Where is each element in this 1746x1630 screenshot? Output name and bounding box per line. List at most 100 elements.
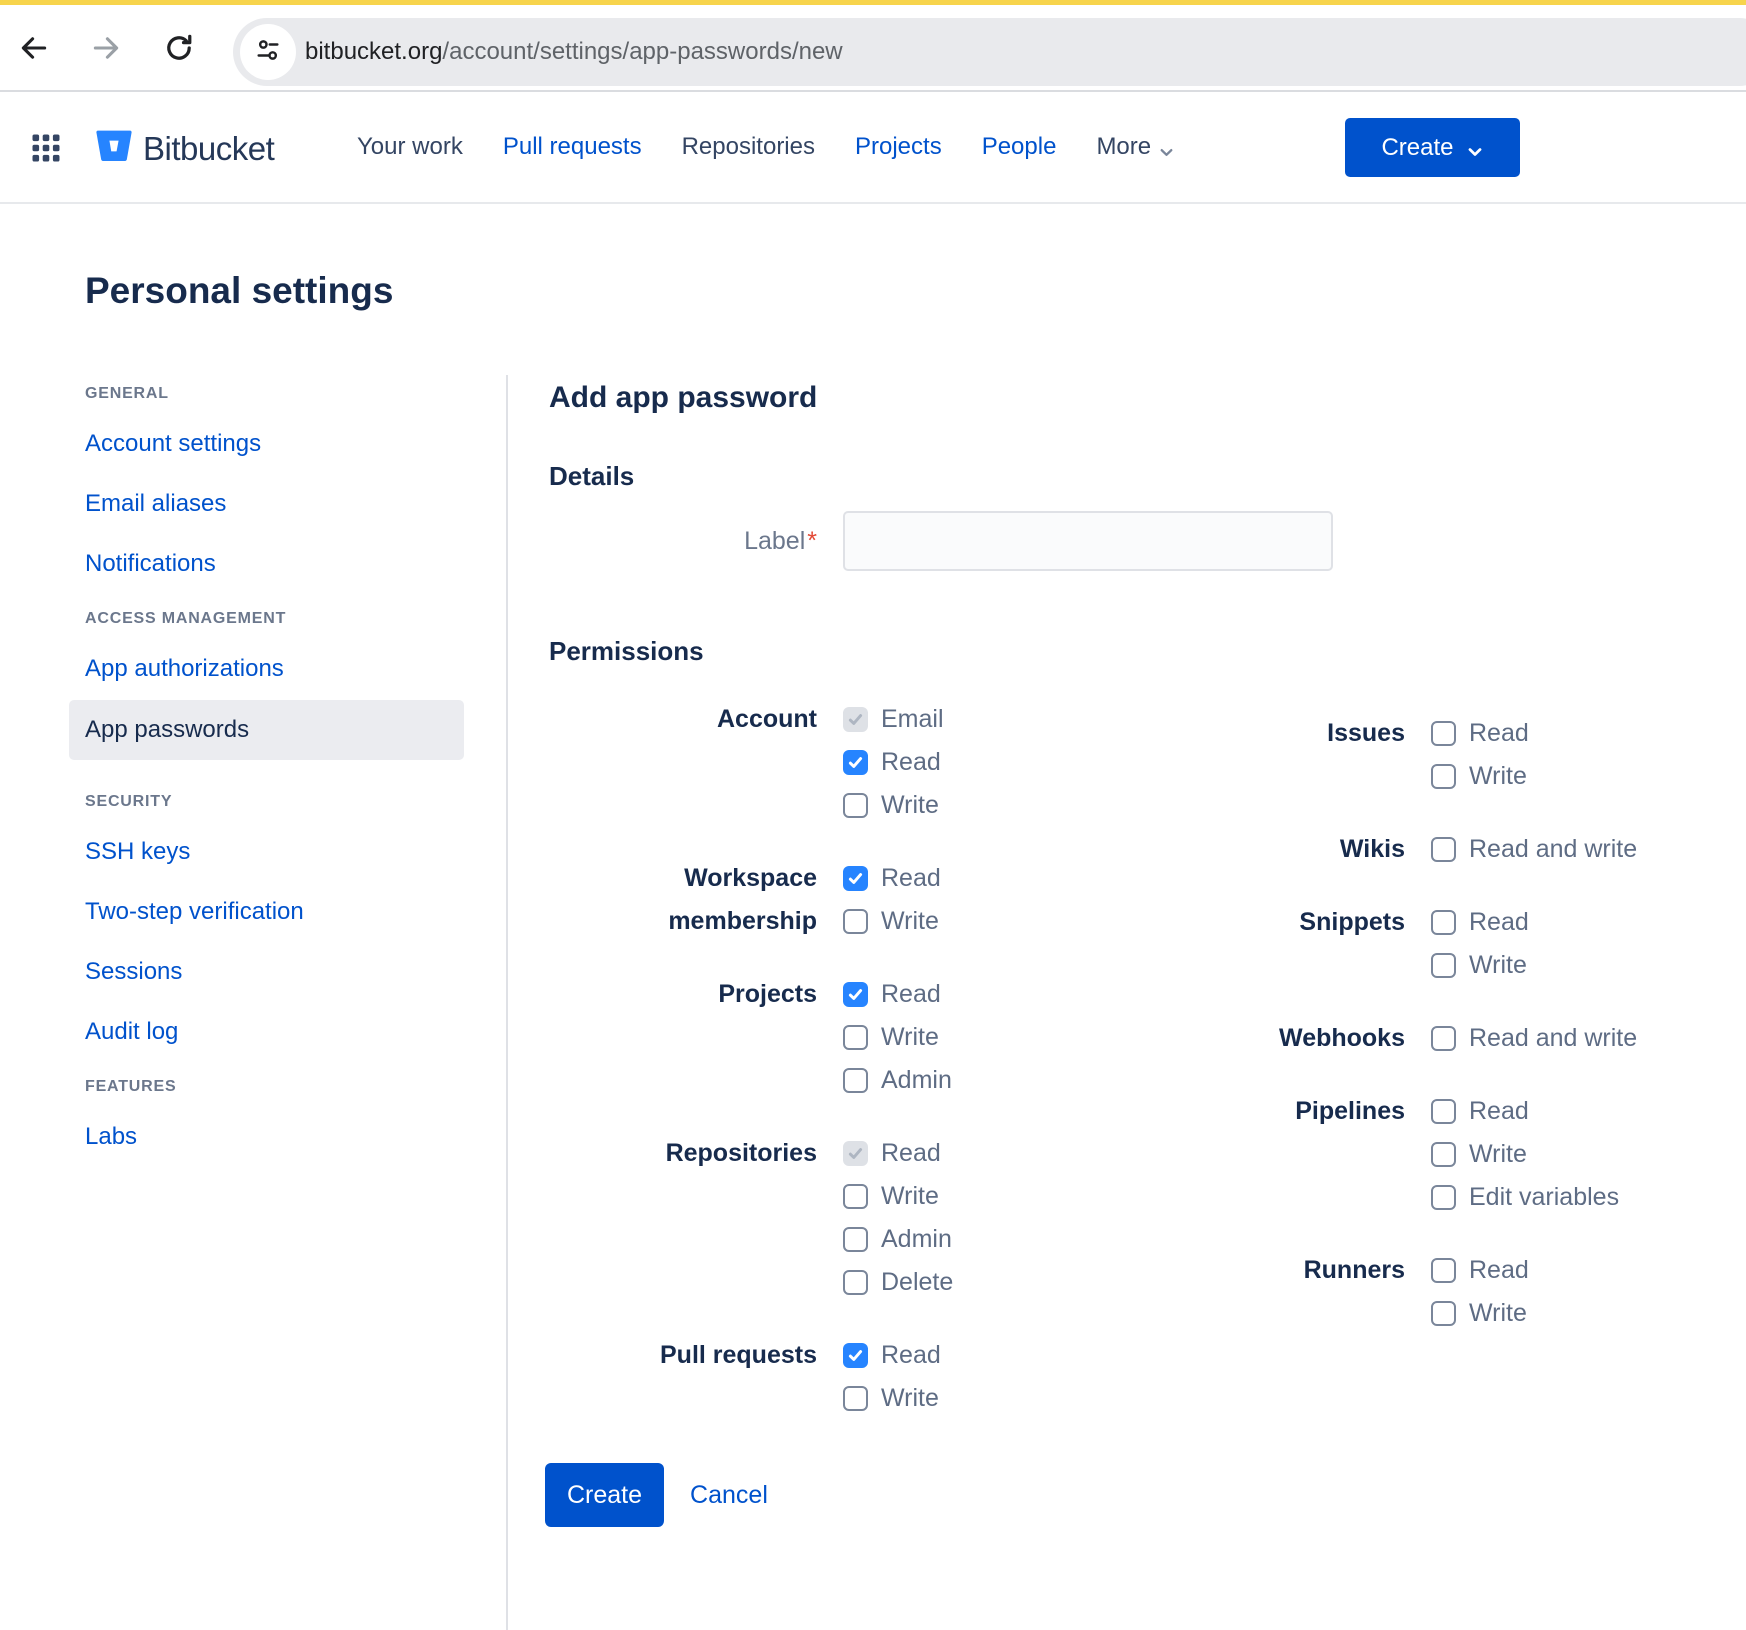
sidebar-section-heading: GENERAL	[85, 385, 480, 405]
permission-option-write[interactable]: Write	[1431, 1133, 1619, 1176]
checkbox-unchecked[interactable]	[1431, 837, 1456, 862]
permission-option-label: Admin	[881, 1066, 952, 1095]
permission-option-write[interactable]: Write	[843, 784, 944, 827]
checkbox-unchecked[interactable]	[843, 909, 868, 934]
permission-options: Read and write	[1431, 828, 1637, 871]
permission-option-delete[interactable]: Delete	[843, 1261, 953, 1304]
cancel-link[interactable]: Cancel	[690, 1481, 768, 1510]
checkbox-unchecked[interactable]	[1431, 910, 1456, 935]
permission-option-read[interactable]: Read	[843, 1334, 941, 1377]
sidebar-item-audit-log[interactable]: Audit log	[85, 1018, 480, 1045]
checkbox-unchecked[interactable]	[1431, 1258, 1456, 1283]
sidebar-section: SECURITYSSH keysTwo-step verificationSes…	[85, 793, 480, 1045]
checkbox-unchecked[interactable]	[1431, 1099, 1456, 1124]
checkbox-unchecked[interactable]	[843, 1184, 868, 1209]
checkbox-unchecked[interactable]	[1431, 764, 1456, 789]
permission-option-read[interactable]: Read	[1431, 1249, 1529, 1292]
permission-option-label: Delete	[881, 1268, 953, 1297]
permission-option-label: Edit variables	[1469, 1183, 1619, 1212]
nav-item-your-work[interactable]: Your work	[357, 133, 463, 161]
forward-button[interactable]	[86, 29, 126, 69]
sidebar-item-app-authorizations[interactable]: App authorizations	[85, 655, 480, 682]
permission-option-edit-variables[interactable]: Edit variables	[1431, 1176, 1619, 1219]
permission-group-name: Snippets	[1137, 901, 1405, 987]
sidebar-item-account-settings[interactable]: Account settings	[85, 430, 480, 457]
create-menu-button[interactable]: Create	[1345, 118, 1520, 177]
sidebar-item-app-passwords[interactable]: App passwords	[69, 700, 464, 760]
permission-option-read[interactable]: Read	[1431, 712, 1529, 755]
permission-option-read[interactable]: Read	[1431, 901, 1529, 944]
permission-group-wikis: WikisRead and write	[1137, 828, 1737, 871]
label-input[interactable]	[843, 511, 1333, 571]
checkbox-unchecked[interactable]	[1431, 1301, 1456, 1326]
checkbox-unchecked[interactable]	[1431, 1026, 1456, 1051]
checkbox-unchecked[interactable]	[843, 1386, 868, 1411]
permission-options: Read Write	[843, 857, 941, 943]
checkbox-unchecked[interactable]	[1431, 953, 1456, 978]
permission-group-name: Projects	[549, 973, 817, 1102]
permission-options: Read Write Admin	[843, 973, 952, 1102]
permission-group-projects: Projects Read Write Admin	[549, 973, 1149, 1102]
sidebar-item-labs[interactable]: Labs	[85, 1123, 480, 1150]
checkbox-checked[interactable]	[843, 866, 868, 891]
nav-item-pull-requests[interactable]: Pull requests	[503, 133, 642, 161]
back-button[interactable]	[14, 29, 54, 69]
checkbox-unchecked[interactable]	[843, 1025, 868, 1050]
nav-item-repositories[interactable]: Repositories	[682, 133, 815, 161]
permission-option-read[interactable]: Read	[843, 857, 941, 900]
sidebar-item-notifications[interactable]: Notifications	[85, 550, 480, 577]
sidebar-item-email-aliases[interactable]: Email aliases	[85, 490, 480, 517]
permission-option-email[interactable]: Email	[843, 698, 944, 741]
permission-option-read-and-write[interactable]: Read and write	[1431, 828, 1637, 871]
reload-button[interactable]	[159, 29, 199, 69]
checkbox-checked[interactable]	[843, 1343, 868, 1368]
checkbox-unchecked[interactable]	[843, 1068, 868, 1093]
checkbox-unchecked[interactable]	[1431, 1142, 1456, 1167]
sidebar-item-two-step-verification[interactable]: Two-step verification	[85, 898, 480, 925]
permission-option-admin[interactable]: Admin	[843, 1059, 952, 1102]
permission-group-name: Pipelines	[1137, 1090, 1405, 1219]
permission-option-read[interactable]: Read	[843, 1132, 953, 1175]
permission-option-read[interactable]: Read	[843, 741, 944, 784]
checkbox-unchecked[interactable]	[1431, 721, 1456, 746]
sidebar-section: GENERAL Account settings Email aliases Noti…	[85, 385, 480, 577]
permission-option-read[interactable]: Read	[1431, 1090, 1619, 1133]
permission-option-admin[interactable]: Admin	[843, 1218, 953, 1261]
permission-option-label: Read	[881, 864, 941, 893]
bitbucket-logo[interactable]: Bitbucket	[92, 124, 274, 173]
checkbox-unchecked[interactable]	[843, 1227, 868, 1252]
permission-option-write[interactable]: Write	[1431, 755, 1529, 798]
url-bar[interactable]: bitbucket.org/account/settings/app-passw…	[233, 18, 1746, 86]
url-text: bitbucket.org/account/settings/app-passw…	[305, 18, 843, 86]
permission-option-write[interactable]: Write	[843, 1016, 952, 1059]
site-info-button[interactable]	[240, 24, 296, 80]
create-button[interactable]: Create	[545, 1463, 664, 1527]
permission-option-read-and-write[interactable]: Read and write	[1431, 1017, 1637, 1060]
permission-option-label: Write	[881, 1023, 939, 1052]
permission-option-write[interactable]: Write	[1431, 944, 1529, 987]
nav-item-more[interactable]: More	[1096, 133, 1175, 161]
nav-item-label: Your work	[357, 133, 463, 161]
sidebar-item-sessions[interactable]: Sessions	[85, 958, 480, 985]
permission-option-label: Read	[881, 1139, 941, 1168]
arrow-left-icon	[17, 31, 51, 68]
nav-item-projects[interactable]: Projects	[855, 133, 942, 161]
permission-option-label: Read and write	[1469, 1024, 1637, 1053]
required-marker: *	[807, 527, 817, 555]
permission-option-write[interactable]: Write	[843, 1175, 953, 1218]
nav-item-people[interactable]: People	[982, 133, 1057, 161]
checkbox-checked[interactable]	[843, 750, 868, 775]
app-switcher-button[interactable]	[28, 130, 64, 166]
permission-option-write[interactable]: Write	[843, 900, 941, 943]
permission-option-read[interactable]: Read	[843, 973, 952, 1016]
checkbox-unchecked[interactable]	[1431, 1185, 1456, 1210]
sidebar-item-ssh-keys[interactable]: SSH keys	[85, 838, 480, 865]
checkbox-checked[interactable]	[843, 982, 868, 1007]
permission-group-workspace-membership: Workspace membershipReadWrite	[549, 857, 1149, 943]
permission-option-write[interactable]: Write	[843, 1377, 941, 1420]
permission-option-write[interactable]: Write	[1431, 1292, 1529, 1335]
permission-option-label: Write	[1469, 951, 1527, 980]
checkbox-unchecked[interactable]	[843, 793, 868, 818]
checkbox-unchecked[interactable]	[843, 1270, 868, 1295]
permission-group-name: Pull requests	[549, 1334, 817, 1420]
